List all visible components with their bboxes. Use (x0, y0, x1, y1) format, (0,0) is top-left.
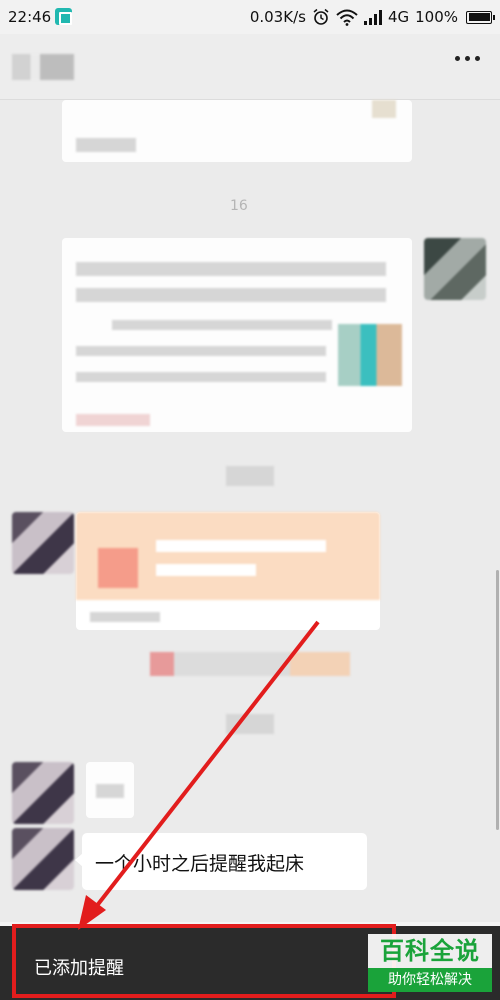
watermark-sub: 助你轻松解决 (368, 968, 492, 992)
annotation-arrow (78, 620, 320, 930)
watermark-main: 百科全说 (368, 934, 492, 968)
watermark-logo: 百科全说 助你轻松解决 (368, 934, 492, 996)
